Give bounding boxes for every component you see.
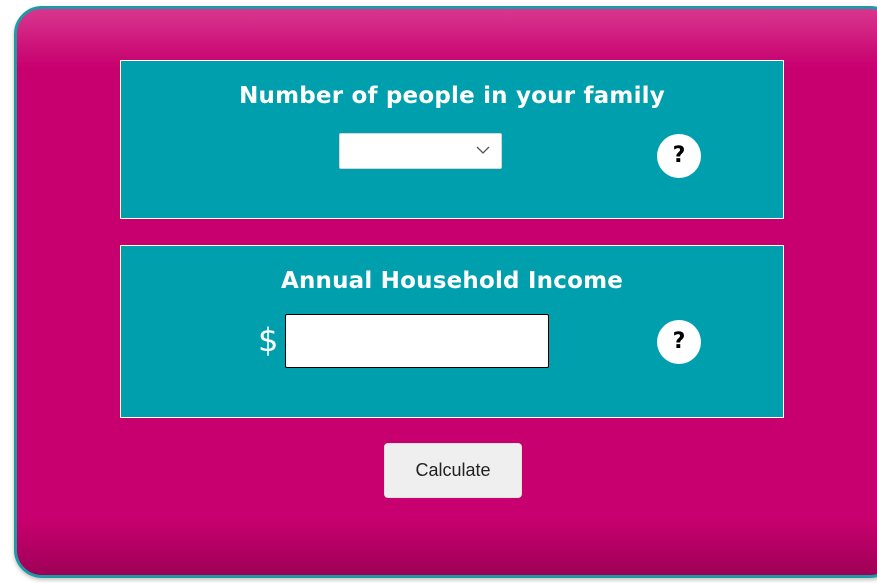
dollar-sign: $ <box>258 321 279 359</box>
family-size-select[interactable] <box>339 133 502 169</box>
calculate-button[interactable]: Calculate <box>384 443 522 498</box>
household-income-input[interactable] <box>285 314 549 368</box>
chevron-down-icon <box>476 146 490 154</box>
family-size-label: Number of people in your family <box>239 83 665 109</box>
family-size-help-icon[interactable]: ? <box>657 134 701 178</box>
household-income-help-icon[interactable]: ? <box>657 320 701 364</box>
household-income-label: Annual Household Income <box>280 268 624 294</box>
household-income-panel: Annual Household Income $ ? <box>120 245 784 418</box>
family-size-panel: Number of people in your family ? <box>120 60 784 219</box>
